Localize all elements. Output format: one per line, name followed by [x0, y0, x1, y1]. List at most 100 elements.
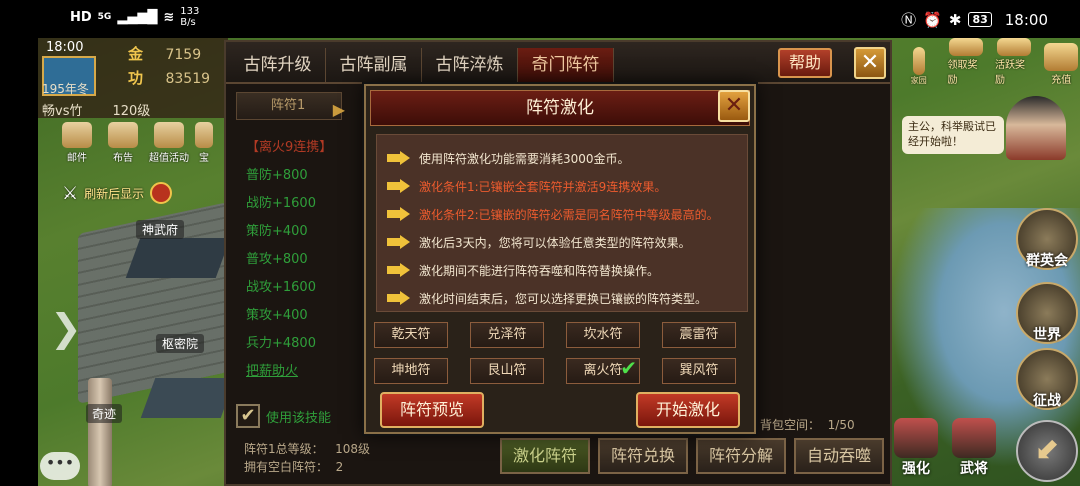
rune-slot-label: 阵符1: [271, 98, 306, 113]
signal-bars-icon: ▂▄▆█: [117, 9, 158, 25]
arrow-right-icon: [387, 151, 411, 165]
scroll-left-arrow-icon[interactable]: ❯: [50, 306, 82, 350]
back-arrow-icon[interactable]: ⬋: [1016, 420, 1078, 482]
campaign-button[interactable]: 征战: [1016, 348, 1078, 410]
rune-slot-tab[interactable]: 阵符1 ▶: [236, 92, 345, 120]
check-icon: ✔: [620, 356, 637, 380]
gold-row: 金 7159: [128, 43, 201, 64]
network-type: HD: [70, 9, 92, 25]
activation-info-box: 使用阵符激化功能需要消耗3000金币。 激化条件1:已镶嵌全套阵符并激活9连携效…: [376, 134, 748, 312]
close-panel-button[interactable]: ✕: [854, 47, 886, 79]
home-button[interactable]: 家园: [900, 38, 938, 86]
info-text: 激化条件2:已镶嵌的阵符必需是同名阵符中等级最高的。: [419, 207, 719, 222]
season-text: 195年冬: [42, 82, 89, 96]
coin-icon: [1044, 43, 1079, 71]
generals-icon: [952, 418, 996, 458]
shumi-label[interactable]: 枢密院: [156, 334, 205, 353]
world-button[interactable]: 世界: [1016, 282, 1078, 344]
auto-devour-button[interactable]: 自动吞噬: [794, 438, 884, 474]
rune-option-kun[interactable]: 坤地符: [374, 358, 448, 384]
alarm-icon: ⏰: [923, 10, 942, 29]
status-bar-right: Ⓝ ⏰ ✱ 83 18:00: [901, 9, 1048, 30]
advisor-portrait[interactable]: [1006, 96, 1066, 160]
treasure-icon: [195, 122, 213, 148]
heroes-meet-button[interactable]: 群英会: [1016, 208, 1078, 270]
mail-button[interactable]: 邮件: [56, 122, 98, 164]
vs-text: 畅vs竹: [42, 104, 83, 119]
tab-ancient-subattr[interactable]: 古阵副属: [326, 48, 422, 82]
arrow-right-icon: [387, 179, 411, 193]
player-level: 120级: [112, 104, 151, 119]
use-skill-checkbox[interactable]: ✔: [236, 404, 260, 428]
qiji-tower[interactable]: [88, 378, 112, 486]
refresh-row[interactable]: ⚔ 刷新后显示: [62, 182, 173, 204]
rune-option-kan[interactable]: 坎水符: [566, 322, 640, 348]
chat-button[interactable]: •••: [40, 452, 80, 480]
activity-reward-label: 活跃奖励: [995, 60, 1025, 86]
speed-unit: B/s: [180, 17, 196, 28]
home-label: 家园: [910, 76, 927, 85]
shenwu-building[interactable]: [125, 238, 231, 278]
merit-label: 功: [128, 69, 144, 87]
recharge-label: 充值: [1051, 75, 1072, 86]
arrow-right-icon: [387, 235, 411, 249]
claim-reward-label: 领取奖励: [947, 60, 978, 86]
dialog-close-button[interactable]: ✕: [718, 90, 750, 122]
rune-type-grid: 乾天符 兑泽符 坎水符 震雷符 坤地符 艮山符 离火符 ✔ 巽风符: [374, 322, 754, 384]
rune-preview-button[interactable]: 阵符预览: [380, 392, 484, 428]
stat-line: 普防+800: [246, 168, 308, 183]
qiji-label[interactable]: 奇迹: [86, 404, 123, 423]
heroes-meet-label: 群英会: [1026, 253, 1068, 269]
use-skill-row[interactable]: ✔ 使用该技能: [236, 404, 331, 428]
tab-qimen-rune[interactable]: 奇门阵符: [518, 48, 614, 82]
shenwu-label[interactable]: 神武府: [136, 220, 185, 239]
generals-label: 武将: [960, 461, 988, 477]
game-clock: 18:00: [46, 40, 84, 55]
home-icon: [912, 47, 925, 75]
info-text: 激化条件1:已镶嵌全套阵符并激活9连携效果。: [419, 179, 667, 194]
triangle-right-icon: ▶: [332, 100, 345, 119]
bluetooth-icon: ✱: [948, 10, 962, 29]
stat-line: 策防+400: [246, 224, 308, 239]
mail-label: 邮件: [67, 153, 87, 164]
shumi-building[interactable]: [140, 378, 236, 418]
tab-ancient-refine[interactable]: 古阵淬炼: [422, 48, 518, 82]
treasure-button[interactable]: 宝: [194, 122, 214, 164]
notice-button[interactable]: 布告: [102, 122, 144, 164]
stat-line: 战攻+1600: [246, 280, 316, 295]
rune-decompose-button[interactable]: 阵符分解: [696, 438, 786, 474]
notice-label: 布告: [113, 153, 133, 164]
mail-icon: [62, 122, 92, 148]
rune-option-zhen[interactable]: 震雷符: [662, 322, 736, 348]
skill-link[interactable]: 把薪助火: [246, 358, 332, 386]
event-button[interactable]: 超值活动: [148, 122, 190, 164]
claim-reward-button[interactable]: 领取奖励: [948, 38, 986, 86]
event-label: 超值活动: [149, 153, 189, 164]
recharge-button[interactable]: 充值: [1043, 38, 1080, 86]
rune-option-dui[interactable]: 兑泽符: [470, 322, 544, 348]
rune-option-xun[interactable]: 巽风符: [662, 358, 736, 384]
world-label: 世界: [1033, 327, 1061, 343]
rune-activation-dialog: 阵符激化 ✕ 使用阵符激化功能需要消耗3000金币。 激化条件1:已镶嵌全套阵符…: [364, 84, 756, 434]
help-button[interactable]: 帮助: [778, 48, 832, 78]
start-activation-button[interactable]: 开始激化: [636, 392, 740, 428]
rune-option-gen[interactable]: 艮山符: [470, 358, 544, 384]
notice-icon: [108, 122, 138, 148]
activate-rune-button[interactable]: 激化阵符: [500, 438, 590, 474]
enhance-button[interactable]: 强化: [894, 418, 938, 478]
speed-value: 133: [180, 6, 200, 17]
stat-line: 策攻+400: [246, 308, 308, 323]
rune-option-li[interactable]: 离火符 ✔: [566, 356, 640, 384]
info-text: 激化时间结束后，您可以选择更换已镶嵌的阵符类型。: [419, 291, 708, 306]
info-line: 激化期间不能进行阵符吞噬和阵符替换操作。: [387, 256, 747, 284]
rune-option-qian[interactable]: 乾天符: [374, 322, 448, 348]
vs-row: 畅vs竹 120级: [42, 100, 150, 119]
panel-bottom-buttons: 激化阵符 阵符兑换 阵符分解 自动吞噬: [500, 438, 884, 474]
rune-exchange-button[interactable]: 阵符兑换: [598, 438, 688, 474]
event-icon: [154, 122, 184, 148]
generals-button[interactable]: 武将: [952, 418, 996, 478]
battle-icon: ⚔: [62, 182, 79, 204]
tab-ancient-upgrade[interactable]: 古阵升级: [230, 48, 326, 82]
advisor-speech-bubble[interactable]: 主公，科举殿试已经开始啦！: [902, 116, 1004, 154]
activity-reward-button[interactable]: 活跃奖励: [995, 38, 1033, 86]
